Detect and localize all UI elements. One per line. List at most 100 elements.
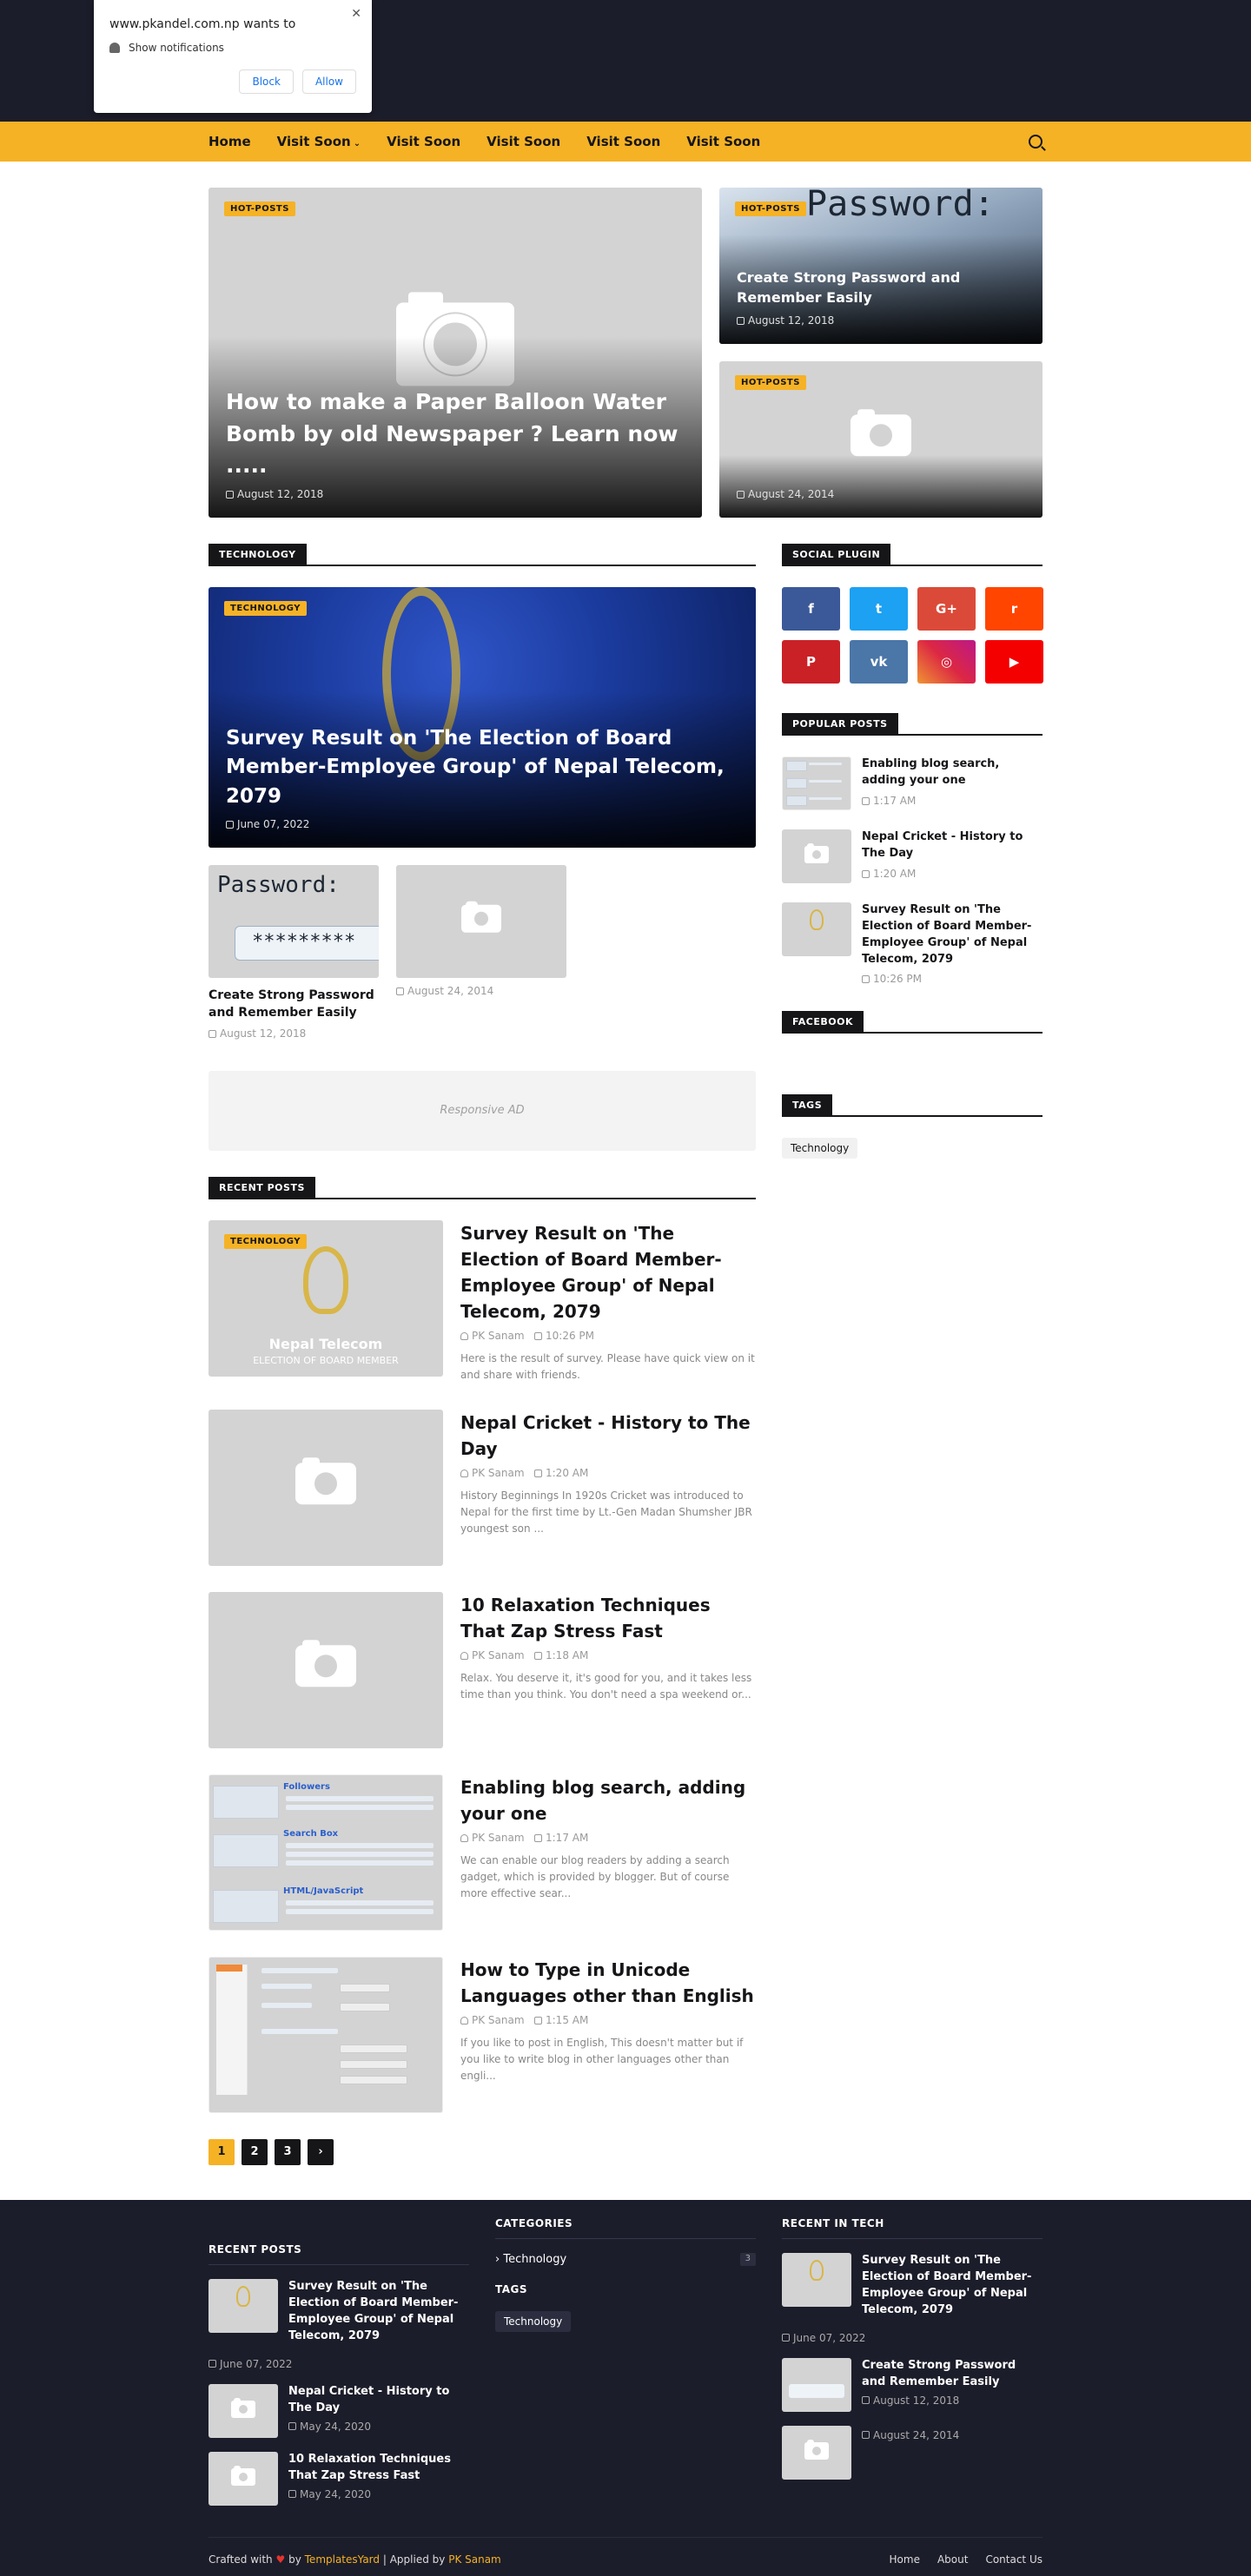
post-thumbnail[interactable] <box>782 2252 851 2307</box>
post-title[interactable]: Create Strong Password and Remember Easi… <box>862 2358 1042 2391</box>
post-thumbnail[interactable] <box>782 829 851 883</box>
templatesyard-link[interactable]: TemplatesYard <box>305 2553 380 2566</box>
post-thumbnail[interactable] <box>208 2384 278 2439</box>
hot-post-small[interactable]: Password: HOT-POSTS Create Strong Passwo… <box>719 188 1042 344</box>
calendar-icon <box>862 796 870 805</box>
youtube-icon[interactable]: ▶ <box>985 640 1043 684</box>
post-thumbnail[interactable] <box>782 2358 851 2413</box>
author-link[interactable]: PK Sanam <box>448 2553 501 2566</box>
section-title-social-plugin: SOCIAL PLUGIN <box>782 544 1042 566</box>
hot-post-small[interactable]: HOT-POSTS August 24, 2014 <box>719 361 1042 518</box>
user-icon <box>460 1833 468 1842</box>
tag-technology[interactable]: Technology <box>782 1138 858 1159</box>
post-thumbnail[interactable]: Password: ********* <box>208 865 379 978</box>
post-title[interactable]: Nepal Cricket - History to The Day <box>460 1410 756 1462</box>
thumbnail-subtitle: ELECTION OF BOARD MEMBER <box>253 1354 399 1366</box>
nav-item-visit-soon-dropdown[interactable]: Visit Soon ⌄ <box>277 134 361 149</box>
responsive-ad[interactable]: Responsive AD <box>208 1070 756 1151</box>
post-title[interactable]: Survey Result on 'The Election of Board … <box>460 1220 756 1324</box>
nav-item-visit-soon[interactable]: Visit Soon <box>486 134 560 149</box>
post-title[interactable]: Survey Result on 'The Election of Board … <box>226 724 738 811</box>
widget-icon <box>786 796 807 806</box>
widget-line <box>809 780 842 783</box>
pagination: 1 2 3 › <box>208 2138 756 2165</box>
hot-posts-badge[interactable]: HOT-POSTS <box>224 201 295 216</box>
page-button-3[interactable]: 3 <box>275 2138 301 2165</box>
post-author[interactable]: PK Sanam <box>472 1832 525 1844</box>
technology-featured-post[interactable]: TECHNOLOGY Survey Result on 'The Electio… <box>208 587 756 848</box>
post-excerpt: Here is the result of survey. Please hav… <box>460 1351 755 1381</box>
calendar-icon <box>226 821 234 829</box>
post-title[interactable]: Create Strong Password and Remember Easi… <box>208 987 379 1022</box>
hot-posts-badge[interactable]: HOT-POSTS <box>735 201 806 216</box>
facebook-icon[interactable]: f <box>782 587 840 631</box>
widget-label: HTML/JavaScript <box>283 1886 363 1896</box>
technology-badge[interactable]: TECHNOLOGY <box>224 1233 307 1249</box>
post-title[interactable]: 10 Relaxation Techniques That Zap Stress… <box>288 2452 469 2485</box>
category-item[interactable]: › Technology 3 <box>495 2252 756 2266</box>
post-thumbnail[interactable] <box>208 2278 278 2333</box>
post-thumbnail[interactable] <box>208 1409 443 1566</box>
tag-technology[interactable]: Technology <box>495 2310 572 2332</box>
post-thumbnail[interactable] <box>208 1591 443 1748</box>
hot-posts-badge[interactable]: HOT-POSTS <box>735 375 806 390</box>
google-plus-icon[interactable]: G+ <box>917 587 976 631</box>
post-title[interactable]: Enabling blog search, adding your one <box>460 1774 756 1826</box>
password-image-text: Password: <box>217 872 340 898</box>
post-time: 1:20 AM <box>873 867 917 880</box>
next-page-button[interactable]: › <box>308 2138 334 2165</box>
post-author[interactable]: PK Sanam <box>472 1467 525 1479</box>
technology-post[interactable]: August 24, 2014 <box>396 865 566 1040</box>
widget-line <box>286 1842 434 1848</box>
pinterest-icon[interactable]: P <box>782 640 840 684</box>
footer-tech-post: Survey Result on 'The Election of Board … <box>782 2252 1042 2344</box>
search-icon[interactable] <box>1029 135 1042 149</box>
post-title[interactable]: Create Strong Password and Remember Easi… <box>737 268 1025 307</box>
post-title[interactable]: Survey Result on 'The Election of Board … <box>862 2253 1042 2318</box>
twitter-icon[interactable]: t <box>850 587 908 631</box>
block-button[interactable]: Block <box>239 69 294 94</box>
post-title[interactable]: How to Type in Unicode Languages other t… <box>460 1957 756 2009</box>
nav-item-visit-soon[interactable]: Visit Soon <box>586 134 660 149</box>
post-thumbnail[interactable]: TECHNOLOGY Nepal Telecom ELECTION OF BOA… <box>208 1219 443 1377</box>
nav-item-visit-soon[interactable]: Visit Soon <box>686 134 760 149</box>
settings-line <box>340 1983 390 1992</box>
post-thumbnail[interactable] <box>208 2452 278 2507</box>
post-date: August 12, 2018 <box>748 314 835 327</box>
post-author[interactable]: PK Sanam <box>472 1330 525 1342</box>
calendar-icon <box>226 491 234 499</box>
category-name[interactable]: Technology <box>503 2253 566 2266</box>
nav-item-visit-soon[interactable]: Visit Soon <box>387 134 460 149</box>
technology-post[interactable]: Password: ********* Create Strong Passwo… <box>208 865 379 1040</box>
post-thumbnail[interactable] <box>208 1956 443 2113</box>
post-thumbnail[interactable] <box>782 2426 851 2480</box>
close-icon[interactable]: ✕ <box>351 7 361 21</box>
reddit-icon[interactable]: r <box>985 587 1043 631</box>
vk-icon[interactable]: vk <box>850 640 908 684</box>
post-thumbnail[interactable] <box>782 902 851 956</box>
user-icon <box>460 1469 468 1477</box>
nav-item-home[interactable]: Home <box>208 134 251 149</box>
hot-post-featured[interactable]: HOT-POSTS How to make a Paper Balloon Wa… <box>208 188 702 518</box>
post-thumbnail[interactable]: Followers Search Box HTML/JavaScript <box>208 1773 443 1931</box>
post-title[interactable]: 10 Relaxation Techniques That Zap Stress… <box>460 1592 756 1644</box>
post-thumbnail[interactable] <box>782 756 851 810</box>
post-author[interactable]: PK Sanam <box>472 2014 525 2026</box>
post-title[interactable]: Nepal Cricket - History to The Day <box>862 829 1042 862</box>
allow-button[interactable]: Allow <box>301 69 356 94</box>
footer-link-contact[interactable]: Contact Us <box>985 2553 1042 2566</box>
instagram-icon[interactable]: ◎ <box>917 640 976 684</box>
post-title[interactable]: Survey Result on 'The Election of Board … <box>862 902 1042 968</box>
settings-line <box>261 1983 312 1989</box>
post-title[interactable]: Enabling blog search, adding your one <box>862 756 1042 789</box>
footer-link-about[interactable]: About <box>937 2553 968 2566</box>
post-title[interactable]: How to make a Paper Balloon Water Bomb b… <box>226 386 685 481</box>
page-button-1[interactable]: 1 <box>208 2138 235 2165</box>
post-thumbnail[interactable] <box>396 865 566 978</box>
page-button-2[interactable]: 2 <box>242 2138 268 2165</box>
technology-badge[interactable]: TECHNOLOGY <box>224 601 307 616</box>
post-author[interactable]: PK Sanam <box>472 1649 525 1661</box>
post-title[interactable]: Nepal Cricket - History to The Day <box>288 2384 469 2417</box>
footer-link-home[interactable]: Home <box>890 2553 920 2566</box>
post-title[interactable]: Survey Result on 'The Election of Board … <box>288 2279 469 2344</box>
